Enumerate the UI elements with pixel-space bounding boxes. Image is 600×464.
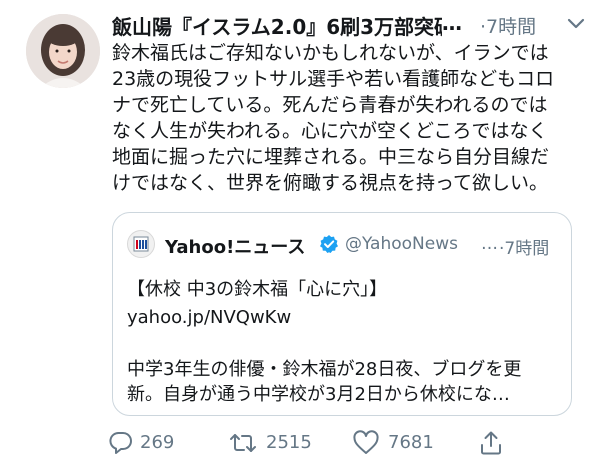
tweet-header: 飯山陽『イスラム2.0』6刷3万部突破 … ·7時間 <box>112 8 592 40</box>
reply-icon <box>109 432 132 454</box>
tweet-text: 鈴木福氏はご存知ないかもしれないが、イランでは 23歳の現役フットサル選手や若い… <box>112 40 578 196</box>
tweet-text-line: 鈴木福氏はご存知ないかもしれないが、イランでは <box>112 42 549 64</box>
like-button[interactable]: 7681 <box>352 428 452 458</box>
reply-count: 269 <box>140 432 175 453</box>
author-name[interactable]: 飯山陽『イスラム2.0』6刷3万部突破 <box>112 11 442 40</box>
quoted-handle-ellipsis: … <box>481 234 498 254</box>
quoted-description-line: 新。自身が通う中学校が3月2日から休校にな… <box>127 384 510 405</box>
verified-badge-icon <box>319 234 339 254</box>
share-button[interactable] <box>478 428 508 458</box>
tweet-timestamp[interactable]: ·7時間 <box>480 12 536 39</box>
author-avatar[interactable] <box>26 14 100 88</box>
author-name-ellipsis: … <box>442 11 462 35</box>
quoted-timestamp[interactable]: ·7時間 <box>499 234 549 259</box>
quoted-link[interactable]: yahoo.jp/NVQwKw <box>127 307 291 328</box>
share-icon <box>481 431 501 455</box>
reply-button[interactable]: 269 <box>108 428 198 458</box>
tweet-text-line: なく人生が失われる。心に穴が空くどころではなく <box>112 120 548 142</box>
like-count: 7681 <box>388 432 434 453</box>
chevron-down-icon[interactable] <box>566 16 586 32</box>
quoted-author-handle[interactable]: @YahooNews <box>345 234 481 254</box>
tweet[interactable]: 飯山陽『イスラム2.0』6刷3万部突破 … ·7時間 鈴木福氏はご存知ないかもし… <box>0 0 600 464</box>
retweet-count: 2515 <box>266 432 312 453</box>
tweet-text-line: けではなく、世界を俯瞰する視点を持って欲しい。 <box>112 172 549 194</box>
tweet-action-bar: 269 2515 7681 <box>108 428 588 458</box>
yahoo-news-logo-icon[interactable] <box>127 230 155 258</box>
retweet-icon <box>230 434 256 452</box>
tweet-text-line: 地面に掘った穴に埋葬される。中三なら自分目線だ <box>112 146 550 168</box>
heart-icon <box>353 430 379 454</box>
quoted-author-name[interactable]: Yahoo!ニュース <box>165 233 305 259</box>
retweet-button[interactable]: 2515 <box>228 428 338 458</box>
tweet-text-line: ナで死亡している。死んだら青春が失われるのでは <box>112 94 548 116</box>
quoted-tweet-card[interactable]: Yahoo!ニュース @YahooNews … ·7時間 【休校 中3の鈴木福「… <box>112 212 572 416</box>
quoted-description: 中学3年生の俳優・鈴木福が28日夜、ブログを更 新。自身が通う中学校が3月2日か… <box>127 357 559 407</box>
quoted-description-line: 中学3年生の俳優・鈴木福が28日夜、ブログを更 <box>127 359 522 380</box>
quoted-headline: 【休校 中3の鈴木福「心に穴」】 <box>127 279 388 300</box>
tweet-text-line: 23歳の現役フットサル選手や若い看護師などもコロ <box>112 68 555 90</box>
